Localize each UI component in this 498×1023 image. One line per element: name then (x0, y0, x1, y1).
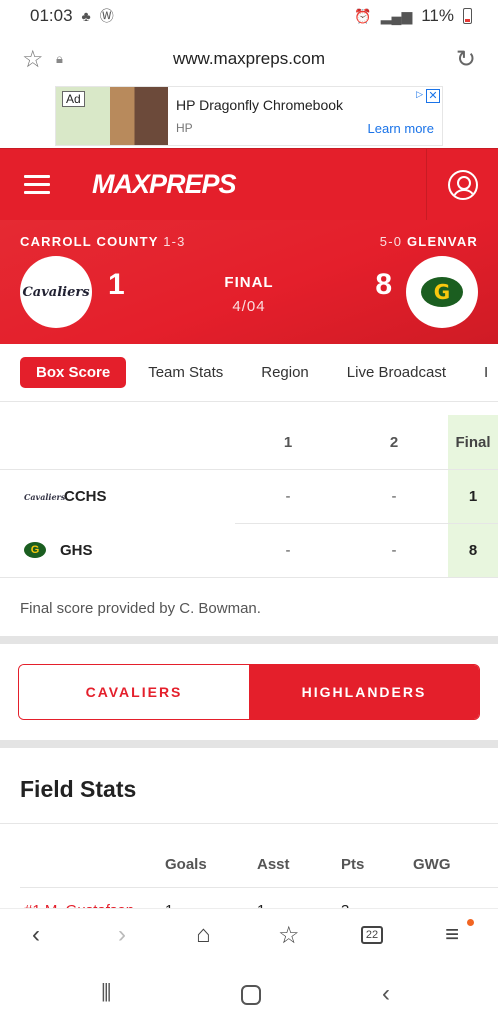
system-back-icon[interactable]: ‹ (382, 980, 390, 1008)
recent-apps-icon[interactable]: ⦀ (101, 980, 112, 1008)
system-nav-bar: ⦀ ‹ (0, 966, 498, 1023)
section-divider (0, 636, 498, 644)
status-bar: 01:03 ♣ Ⓦ ⏰ ▂▄▆ 11% (0, 0, 498, 32)
away-team-header[interactable]: CARROLL COUNTY 1-3 (20, 234, 186, 249)
hamburger-menu-icon[interactable] (24, 170, 50, 199)
field-stats-title: Field Stats (0, 748, 498, 824)
home-score: 8 (375, 268, 392, 301)
url-bar: ☆ 🔒︎ www.maxpreps.com ↻ (0, 32, 498, 86)
glenvar-mini-logo: G (24, 542, 46, 558)
close-ad-icon[interactable]: ✕ (426, 89, 440, 103)
asst-header[interactable]: Asst (257, 856, 290, 873)
home-team-cell[interactable]: G GHS (24, 542, 93, 559)
wordpress-icon: Ⓦ (99, 8, 114, 24)
away-team-name: CARROLL COUNTY (20, 234, 159, 249)
away-team-logo[interactable]: Cavaliers (20, 256, 92, 328)
tab-live-broadcast[interactable]: Live Broadcast (347, 364, 446, 381)
menu-icon[interactable]: ≡ (445, 921, 459, 949)
table-row: Cavaliers CCHS - - 1 (0, 469, 498, 523)
period-2-score: - (391, 541, 397, 559)
notification-dot (467, 919, 474, 926)
box-score-table: 1 2 Final Cavaliers CCHS - - 1 G GHS - -… (0, 402, 498, 578)
period-1-score: - (285, 488, 291, 505)
clock: 01:03 (30, 6, 73, 25)
system-home-icon[interactable] (241, 985, 261, 1005)
ad-card[interactable]: Ad HP Dragonfly Chromebook HP ▷ ✕ Learn … (55, 86, 443, 146)
divider (0, 577, 498, 578)
pts-header[interactable]: Pts (341, 856, 364, 873)
period-1-score: - (285, 541, 291, 559)
lock-icon[interactable]: 🔒︎ (56, 51, 86, 67)
team-abbr: GHS (60, 541, 93, 559)
user-icon (447, 169, 478, 200)
away-team-record: 1-3 (163, 234, 186, 249)
field-stats-header: Goals Asst Pts GWG (20, 824, 498, 888)
site-header: MAXPREPS (0, 148, 498, 220)
tabs-icon[interactable]: 22 (361, 926, 383, 944)
section-divider (0, 740, 498, 748)
team-toggle-section: CAVALIERS HIGHLANDERS (0, 644, 498, 740)
home-team-logo[interactable]: G (406, 256, 478, 328)
bookmark-star-icon[interactable]: ☆ (22, 45, 56, 74)
period-2-header: 2 (389, 433, 399, 451)
tab-overflow[interactable]: I (484, 364, 488, 381)
box-score-header: 1 2 Final (0, 415, 498, 469)
glenvar-logo: G (421, 277, 463, 307)
alarm-icon: ⏰ (354, 7, 372, 24)
cavaliers-mini-logo: Cavaliers (24, 491, 66, 502)
ad-image[interactable]: Ad (56, 87, 168, 145)
home-team-header[interactable]: 5-0 GLENVAR (380, 234, 478, 249)
final-header: Final (455, 433, 491, 451)
tab-bar: Box Score Team Stats Region Live Broadca… (0, 344, 498, 402)
bookmarks-icon[interactable]: ☆ (278, 921, 300, 950)
battery-icon (463, 8, 472, 24)
home-icon[interactable]: ⌂ (196, 921, 211, 949)
tab-team-stats[interactable]: Team Stats (148, 364, 223, 381)
final-score: 1 (468, 488, 478, 505)
signal-icon: ▂▄▆ (380, 7, 413, 24)
reload-icon[interactable]: ↻ (456, 45, 476, 74)
site-logo[interactable]: MAXPREPS (92, 169, 237, 200)
ad-title[interactable]: HP Dragonfly Chromebook (176, 97, 442, 113)
back-icon[interactable]: ‹ (32, 921, 40, 949)
tab-box-score[interactable]: Box Score (20, 357, 127, 388)
adchoices-icon[interactable]: ▷ (416, 89, 423, 100)
tab-region[interactable]: Region (261, 364, 309, 381)
period-1-header: 1 (283, 433, 293, 451)
period-2-score: - (391, 488, 397, 505)
cavaliers-toggle-button[interactable]: CAVALIERS (19, 665, 249, 719)
forward-icon[interactable]: › (118, 921, 126, 949)
browser-toolbar: ‹ › ⌂ ☆ 22 ≡ (0, 908, 498, 966)
ad-badge: Ad (62, 91, 85, 107)
away-team-cell[interactable]: Cavaliers CCHS (24, 488, 107, 505)
battery-percent: 11% (421, 6, 454, 25)
goals-header[interactable]: Goals (165, 856, 207, 873)
table-row: G GHS - - 8 (0, 523, 498, 577)
home-team-name: GLENVAR (407, 234, 478, 249)
ad-learn-more-link[interactable]: Learn more (368, 121, 434, 136)
home-team-record: 5-0 (379, 234, 403, 249)
final-score: 8 (468, 541, 478, 559)
gwg-header[interactable]: GWG (413, 856, 451, 873)
team-toggle: CAVALIERS HIGHLANDERS (18, 664, 480, 720)
scoreboard: CARROLL COUNTY 1-3 5-0 GLENVAR Cavaliers… (0, 220, 498, 344)
account-button[interactable] (426, 149, 498, 220)
team-abbr: CCHS (64, 488, 107, 505)
ad-banner: Ad HP Dragonfly Chromebook HP ▷ ✕ Learn … (0, 86, 498, 148)
score-provider-note: Final score provided by C. Bowman. (20, 600, 261, 617)
highlanders-toggle-button[interactable]: HIGHLANDERS (249, 665, 479, 719)
notification-icon: ♣ (81, 8, 91, 24)
